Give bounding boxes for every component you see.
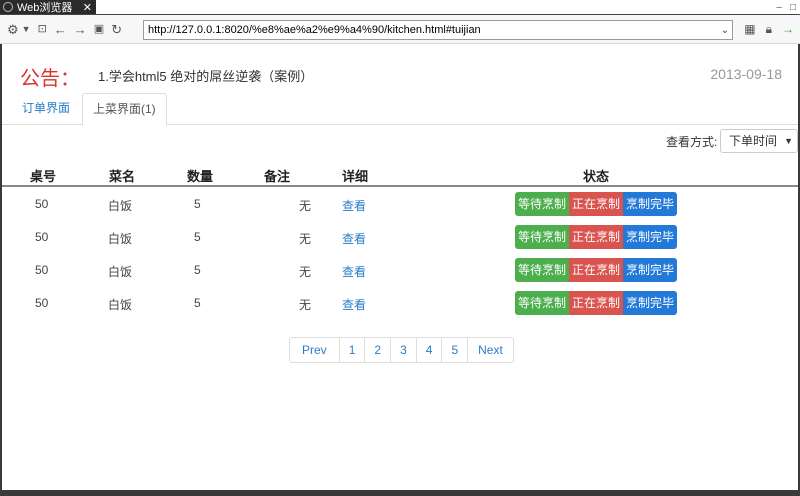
forward-icon[interactable]: → bbox=[74, 23, 87, 36]
gear-icon[interactable]: ⚙ bbox=[7, 23, 19, 36]
go-icon[interactable]: → bbox=[782, 22, 794, 37]
header-status: 状态 bbox=[583, 169, 610, 184]
cell-dish: 白饭 bbox=[108, 199, 133, 213]
status-waiting-button[interactable]: 等待烹制 bbox=[515, 192, 570, 216]
globe-icon bbox=[3, 2, 13, 12]
cell-note: 无 bbox=[299, 265, 312, 279]
table-row: 50 白饭 5 无 查看 等待烹制 正在烹制 烹制完毕 bbox=[2, 187, 798, 220]
back-icon[interactable]: ← bbox=[54, 23, 67, 36]
tab-orders[interactable]: 订单界面 bbox=[12, 93, 80, 125]
refresh-icon[interactable]: ↻ bbox=[111, 23, 122, 36]
view-detail-link[interactable]: 查看 bbox=[342, 296, 366, 313]
browser-tab[interactable]: Web浏览器 ✕ bbox=[0, 0, 96, 14]
header-dish: 菜名 bbox=[109, 169, 136, 184]
cell-qty: 5 bbox=[194, 296, 201, 310]
status-button-group: 等待烹制 正在烹制 烹制完毕 bbox=[515, 192, 678, 216]
status-button-group: 等待烹制 正在烹制 烹制完毕 bbox=[515, 258, 678, 282]
cell-table-no: 50 bbox=[35, 197, 49, 211]
header-detail: 详细 bbox=[342, 169, 369, 184]
title-bar: Web浏览器 ✕ – □ bbox=[0, 0, 800, 14]
header-note: 备注 bbox=[264, 169, 291, 184]
cell-table-no: 50 bbox=[35, 230, 49, 244]
pagination-page-4[interactable]: 4 bbox=[415, 338, 442, 362]
status-waiting-button[interactable]: 等待烹制 bbox=[515, 258, 570, 282]
notice-text: 1.学会html5 绝对的屌丝逆袭（案例） bbox=[98, 69, 314, 84]
browser-tab-title: Web浏览器 bbox=[17, 2, 73, 14]
cell-note: 无 bbox=[299, 298, 312, 312]
chevron-down-icon[interactable]: ▼ bbox=[22, 24, 31, 34]
qr-icon[interactable]: ▦ bbox=[744, 22, 755, 37]
status-done-button[interactable]: 烹制完毕 bbox=[623, 192, 678, 216]
toolbar-right: ▦ 🔒︎ → bbox=[744, 22, 794, 37]
pagination-prev-button[interactable]: Prev bbox=[290, 338, 339, 362]
url-dropdown-icon[interactable]: ⌄ bbox=[718, 25, 732, 36]
table-row: 50 白饭 5 无 查看 等待烹制 正在烹制 烹制完毕 bbox=[2, 220, 798, 253]
pagination: Prev 1 2 3 4 5 Next bbox=[289, 337, 514, 363]
view-detail-link[interactable]: 查看 bbox=[342, 197, 366, 214]
view-detail-link[interactable]: 查看 bbox=[342, 230, 366, 247]
window-controls: – □ bbox=[776, 0, 796, 14]
cell-qty: 5 bbox=[194, 197, 201, 211]
status-cooking-button[interactable]: 正在烹制 bbox=[569, 225, 624, 249]
cell-dish: 白饭 bbox=[108, 265, 133, 279]
view-mode-value: 下单时间 bbox=[729, 134, 778, 148]
frame-bottom bbox=[0, 490, 800, 496]
status-button-group: 等待烹制 正在烹制 烹制完毕 bbox=[515, 291, 678, 315]
cell-table-no: 50 bbox=[35, 296, 49, 310]
pagination-next-button[interactable]: Next bbox=[467, 338, 513, 362]
status-button-group: 等待烹制 正在烹制 烹制完毕 bbox=[515, 225, 678, 249]
cell-dish: 白饭 bbox=[108, 232, 133, 246]
stop-icon[interactable]: ▣ bbox=[94, 23, 104, 35]
cell-note: 无 bbox=[299, 232, 312, 246]
page-tabs: 订单界面 上菜界面(1) bbox=[2, 93, 798, 126]
notice-label: 公告： bbox=[20, 68, 80, 90]
header-table-no: 桌号 bbox=[30, 169, 57, 184]
pagination-page-3[interactable]: 3 bbox=[390, 338, 416, 362]
url-text[interactable]: http://127.0.0.1:8020/%e8%ae%a2%e9%a4%90… bbox=[148, 24, 718, 36]
header-qty: 数量 bbox=[187, 169, 214, 184]
cell-table-no: 50 bbox=[35, 263, 49, 277]
page-content: 公告： 1.学会html5 绝对的屌丝逆袭（案例） 2013-09-18 订单界… bbox=[2, 44, 798, 490]
pagination-page-1[interactable]: 1 bbox=[338, 338, 365, 362]
view-mode-select[interactable]: 下单时间 ▼ bbox=[720, 129, 798, 153]
close-icon[interactable]: ✕ bbox=[83, 1, 92, 14]
cell-note: 无 bbox=[299, 199, 312, 213]
notice-bar: 公告： 1.学会html5 绝对的屌丝逆袭（案例） 2013-09-18 bbox=[2, 44, 798, 96]
status-waiting-button[interactable]: 等待烹制 bbox=[515, 225, 570, 249]
status-waiting-button[interactable]: 等待烹制 bbox=[515, 291, 570, 315]
lock-icon[interactable]: 🔒︎ bbox=[766, 22, 772, 37]
cell-dish: 白饭 bbox=[108, 298, 133, 312]
table-row: 50 白饭 5 无 查看 等待烹制 正在烹制 烹制完毕 bbox=[2, 253, 798, 286]
terminal-icon[interactable]: ⊡ bbox=[38, 23, 47, 35]
pagination-page-5[interactable]: 5 bbox=[441, 338, 467, 362]
minimize-icon[interactable]: – bbox=[776, 2, 782, 13]
url-input[interactable]: http://127.0.0.1:8020/%e8%ae%a2%e9%a4%90… bbox=[143, 20, 733, 40]
browser-toolbar: ⚙ ▼ ⊡ ← → ▣ ↻ http://127.0.0.1:8020/%e8%… bbox=[0, 14, 800, 44]
table-header: 桌号 菜名 数量 备注 详细 状态 bbox=[2, 162, 798, 187]
maximize-icon[interactable]: □ bbox=[790, 2, 796, 13]
status-done-button[interactable]: 烹制完毕 bbox=[623, 291, 678, 315]
pagination-page-2[interactable]: 2 bbox=[364, 338, 390, 362]
view-mode-label: 查看方式: bbox=[666, 135, 718, 149]
cell-qty: 5 bbox=[194, 263, 201, 277]
table-row: 50 白饭 5 无 查看 等待烹制 正在烹制 烹制完毕 bbox=[2, 286, 798, 319]
tab-serving[interactable]: 上菜界面(1) bbox=[82, 93, 167, 126]
view-detail-link[interactable]: 查看 bbox=[342, 263, 366, 280]
status-done-button[interactable]: 烹制完毕 bbox=[623, 258, 678, 282]
view-mode-row: 查看方式: 下单时间 ▼ bbox=[2, 129, 798, 153]
status-cooking-button[interactable]: 正在烹制 bbox=[569, 258, 624, 282]
orders-table: 桌号 菜名 数量 备注 详细 状态 50 白饭 5 无 查看 等待烹制 正在烹制… bbox=[2, 162, 798, 319]
chevron-down-icon: ▼ bbox=[784, 136, 793, 146]
notice-date: 2013-09-18 bbox=[710, 66, 782, 82]
status-cooking-button[interactable]: 正在烹制 bbox=[569, 291, 624, 315]
status-cooking-button[interactable]: 正在烹制 bbox=[569, 192, 624, 216]
status-done-button[interactable]: 烹制完毕 bbox=[623, 225, 678, 249]
cell-qty: 5 bbox=[194, 230, 201, 244]
